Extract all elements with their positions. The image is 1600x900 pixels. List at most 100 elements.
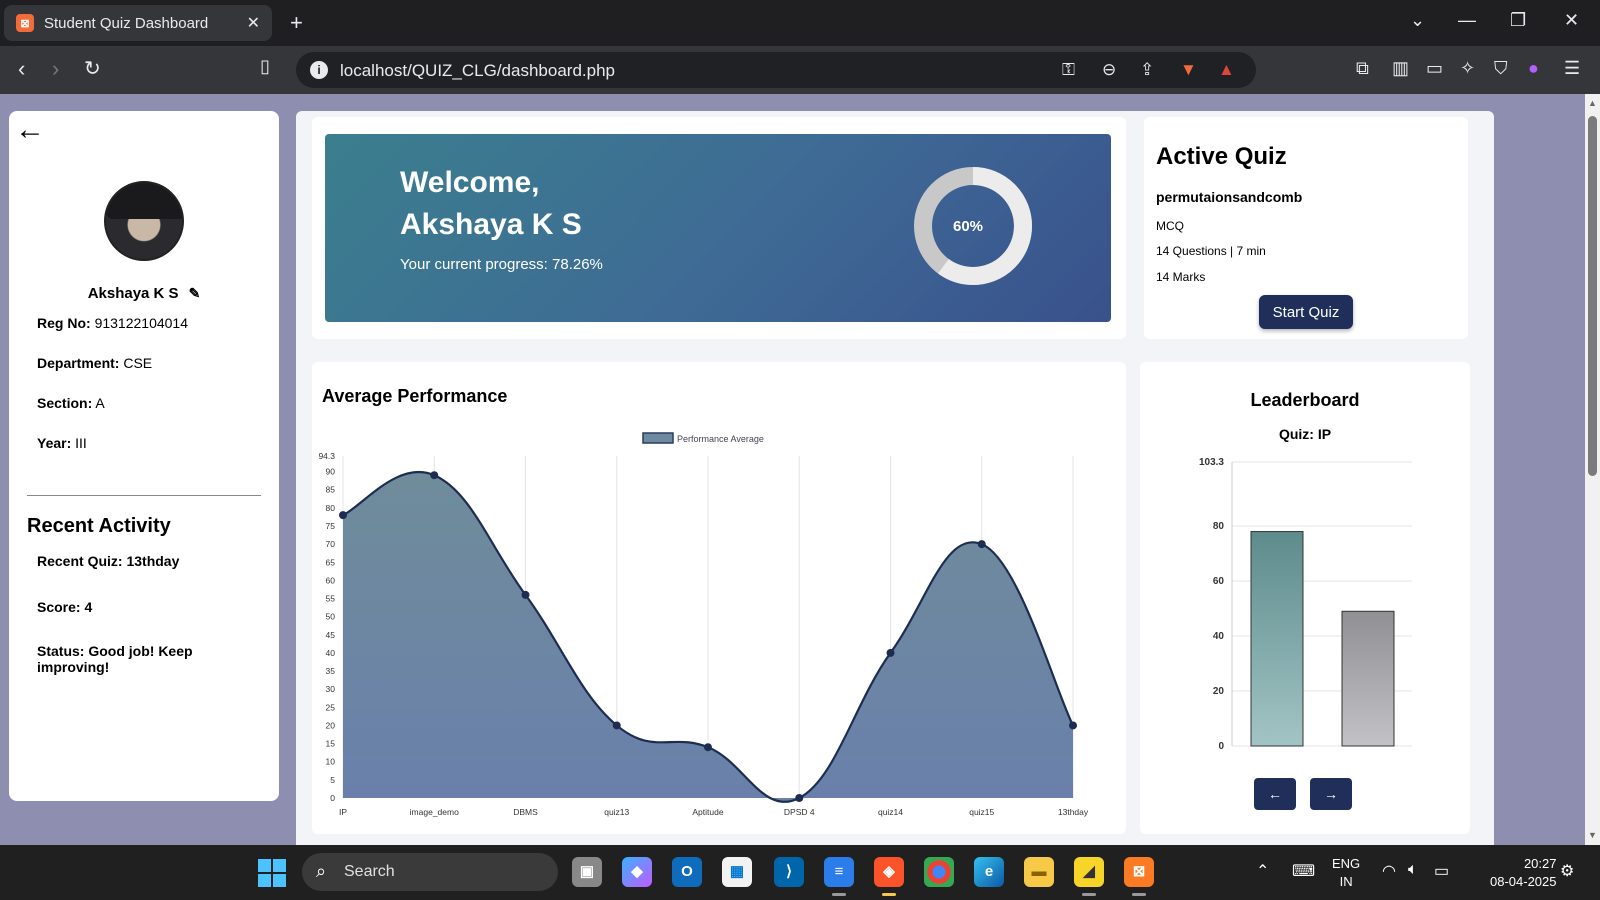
y-tick-label: 35 xyxy=(326,666,336,676)
restore-icon[interactable]: ❐ xyxy=(1510,10,1526,31)
profile-icon[interactable]: ● xyxy=(1528,58,1539,79)
y-tick-label: 30 xyxy=(326,684,336,694)
y-tick-label: 90 xyxy=(326,467,336,477)
active-quiz-card: Active Quiz permutaionsandcomb MCQ 14 Qu… xyxy=(1144,117,1468,339)
legend-swatch xyxy=(642,432,674,444)
quiz-marks: 14 Marks xyxy=(1156,270,1206,284)
status-row: Status: Good job! Keep improving! xyxy=(37,643,193,675)
edge-icon[interactable]: e xyxy=(974,857,1004,887)
browser-tab[interactable]: ⊠ Student Quiz Dashboard ✕ xyxy=(4,5,272,41)
y-tick-label: 60 xyxy=(1213,576,1225,587)
brave-rewards-icon[interactable]: ▲ xyxy=(1218,60,1235,80)
wallet-icon[interactable]: ▭ xyxy=(1426,58,1443,79)
close-window-icon[interactable]: ✕ xyxy=(1564,10,1579,31)
wifi-icon[interactable]: ◠ xyxy=(1382,861,1396,881)
leo-ai-icon[interactable]: ✧ xyxy=(1460,58,1475,79)
leaderboard-quiz-label: Quiz: IP xyxy=(1278,426,1332,442)
data-point xyxy=(1069,721,1077,730)
password-key-icon[interactable]: ⚿ xyxy=(1062,60,1075,80)
tab-title: Student Quiz Dashboard xyxy=(44,14,209,32)
x-tick-label: quiz13 xyxy=(604,807,629,817)
scroll-up-icon[interactable]: ▲ xyxy=(1588,98,1597,108)
sidebar-icon[interactable]: ▥ xyxy=(1392,58,1409,79)
y-tick-label: 60 xyxy=(326,575,336,585)
start-quiz-button[interactable]: Start Quiz xyxy=(1259,295,1353,329)
windows-start-icon[interactable] xyxy=(258,859,286,887)
brave-shields-icon[interactable]: ▼ xyxy=(1180,60,1197,80)
x-tick-label: image_demo xyxy=(410,807,459,817)
x-tick-label: DBMS xyxy=(513,807,538,817)
y-tick-label: 20 xyxy=(326,720,336,730)
y-tick-label: 40 xyxy=(1213,631,1225,642)
sticky-notes-icon[interactable]: ◢ xyxy=(1074,857,1104,887)
scroll-thumb[interactable] xyxy=(1588,116,1597,476)
edit-icon[interactable]: ✎ xyxy=(189,285,201,301)
new-tab-icon[interactable]: + xyxy=(290,10,303,36)
volume-icon[interactable]: 🔈︎ xyxy=(1408,861,1418,879)
brave-icon[interactable]: ◈ xyxy=(874,857,904,887)
year-row: Year: III xyxy=(37,435,87,451)
performance-card: Average Performance Performance Average 0… xyxy=(312,362,1126,834)
scroll-down-icon[interactable]: ▼ xyxy=(1588,830,1597,840)
address-bar[interactable]: i localhost/QUIZ_CLG/dashboard.php ⚿ ⊖ ⇪… xyxy=(296,52,1256,88)
battery-icon[interactable]: ▭ xyxy=(1434,861,1449,881)
vscode-icon[interactable]: ⟩ xyxy=(774,857,804,887)
extensions-icon[interactable]: ⧉ xyxy=(1356,58,1369,79)
notifications-icon[interactable]: ⚙ xyxy=(1560,861,1574,881)
chrome-icon[interactable] xyxy=(924,857,954,887)
data-point xyxy=(886,648,895,657)
zoom-out-icon[interactable]: ⊖ xyxy=(1102,60,1116,80)
y-tick-label: 50 xyxy=(326,612,336,622)
back-icon[interactable]: ‹ xyxy=(18,56,25,82)
windows-taskbar: ⌕ Search ▣ ◆ O ▦ ⟩ ≡ ◈ e ▬ ◢ ⊠ ⌃ ⌨ ENG I… xyxy=(0,845,1600,900)
y-tick-label: 45 xyxy=(326,630,336,640)
outlook-icon[interactable]: O xyxy=(672,857,702,887)
xampp-favicon-icon: ⊠ xyxy=(16,14,34,32)
leaderboard-next-button[interactable]: → xyxy=(1310,778,1352,810)
leaderboard-prev-button[interactable]: ← xyxy=(1254,778,1296,810)
show-hidden-icons-icon[interactable]: ⌃ xyxy=(1256,861,1269,881)
vpn-icon[interactable]: ⛉ xyxy=(1494,58,1508,79)
share-icon[interactable]: ⇪ xyxy=(1140,60,1154,80)
language-indicator[interactable]: ENG IN xyxy=(1332,855,1360,891)
welcome-banner: Welcome, Akshaya K S Your current progre… xyxy=(325,134,1111,322)
site-info-icon[interactable]: i xyxy=(310,61,328,79)
clock[interactable]: 20:27 08-04-2025 xyxy=(1490,855,1557,891)
y-tick-label: 40 xyxy=(326,648,336,658)
taskbar-search[interactable]: ⌕ Search xyxy=(302,853,558,891)
xampp-icon[interactable]: ⊠ xyxy=(1124,857,1154,887)
file-explorer-icon[interactable]: ▬ xyxy=(1024,857,1054,887)
notepad-icon[interactable]: ≡ xyxy=(824,857,854,887)
x-tick-label: quiz14 xyxy=(878,807,903,817)
y-tick-label: 5 xyxy=(330,775,335,785)
quiz-type: MCQ xyxy=(1156,219,1184,233)
donut-label: 60% xyxy=(953,218,984,235)
keyboard-icon[interactable]: ⌨ xyxy=(1292,861,1315,881)
store-icon[interactable]: ▦ xyxy=(722,857,752,887)
menu-icon[interactable]: ☰ xyxy=(1564,58,1580,79)
minimize-icon[interactable]: — xyxy=(1458,10,1476,31)
y-tick-label: 80 xyxy=(326,503,336,513)
data-point xyxy=(795,794,804,802)
y-tick-label: 20 xyxy=(1213,686,1225,697)
y-tick-label: 103.3 xyxy=(1199,457,1224,468)
copilot-icon[interactable]: ◆ xyxy=(622,857,652,887)
forward-icon[interactable]: › xyxy=(52,56,59,82)
reload-icon[interactable]: ↻ xyxy=(84,56,101,81)
profile-sidebar: ← Akshaya K S ✎ Reg No: 913122104014 Depa… xyxy=(9,111,279,801)
data-point xyxy=(430,471,439,480)
back-arrow-icon[interactable]: ← xyxy=(15,113,45,147)
x-tick-label: quiz15 xyxy=(969,807,994,817)
url-text[interactable]: localhost/QUIZ_CLG/dashboard.php xyxy=(340,61,615,81)
department-row: Department: CSE xyxy=(37,355,153,371)
close-tab-icon[interactable]: ✕ xyxy=(247,13,260,33)
bookmark-icon[interactable]: ▯ xyxy=(260,56,270,77)
leaderboard-card: Leaderboard Quiz: IP 0 20 40 60 80 103.3 ← → xyxy=(1140,362,1470,834)
dashboard-page: ← Akshaya K S ✎ Reg No: 913122104014 Depa… xyxy=(0,94,1585,845)
task-view-icon[interactable]: ▣ xyxy=(572,857,602,887)
y-tick-label: 55 xyxy=(326,594,336,604)
x-tick-label: Aptitude xyxy=(692,807,723,817)
data-point xyxy=(339,511,347,520)
tab-search-icon[interactable]: ⌄ xyxy=(1410,10,1425,31)
page-scrollbar[interactable]: ▲ ▼ xyxy=(1585,94,1600,845)
